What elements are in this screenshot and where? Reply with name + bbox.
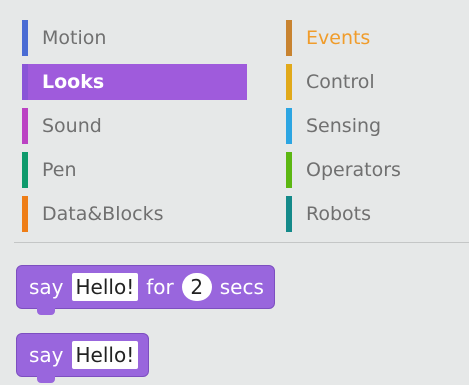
category-data-blocks[interactable]: Data&Blocks bbox=[22, 196, 163, 232]
category-robots[interactable]: Robots bbox=[286, 196, 371, 232]
category-label: Sensing bbox=[306, 115, 382, 137]
category-label: Pen bbox=[42, 159, 77, 181]
say-text-input[interactable]: Hello! bbox=[71, 273, 139, 301]
category-label: Motion bbox=[42, 27, 107, 49]
palette-divider bbox=[14, 242, 469, 243]
category-label: Looks bbox=[42, 71, 105, 93]
category-operators[interactable]: Operators bbox=[286, 152, 401, 188]
say-keyword: say bbox=[29, 343, 64, 367]
category-events[interactable]: Events bbox=[286, 20, 370, 56]
category-label: Events bbox=[306, 27, 371, 49]
category-sound[interactable]: Sound bbox=[22, 108, 102, 144]
say-for-secs-block[interactable]: say Hello! for 2 secs bbox=[16, 265, 275, 315]
block-notch bbox=[37, 308, 55, 315]
category-label: Robots bbox=[306, 203, 372, 225]
category-label: Operators bbox=[306, 159, 401, 181]
category-control[interactable]: Control bbox=[286, 64, 375, 100]
for-keyword: for bbox=[146, 275, 174, 299]
secs-number-input[interactable]: 2 bbox=[181, 273, 212, 301]
block-notch bbox=[37, 376, 55, 383]
category-label: Data&Blocks bbox=[42, 203, 164, 225]
category-looks[interactable]: Looks bbox=[22, 64, 247, 100]
say-keyword: say bbox=[29, 275, 64, 299]
say-block[interactable]: say Hello! bbox=[16, 333, 150, 383]
category-label: Control bbox=[306, 71, 375, 93]
category-motion[interactable]: Motion bbox=[22, 20, 106, 56]
category-label: Sound bbox=[42, 115, 102, 137]
category-pen[interactable]: Pen bbox=[22, 152, 77, 188]
secs-keyword: secs bbox=[219, 275, 264, 299]
category-sensing[interactable]: Sensing bbox=[286, 108, 381, 144]
say-text-input[interactable]: Hello! bbox=[71, 341, 139, 369]
